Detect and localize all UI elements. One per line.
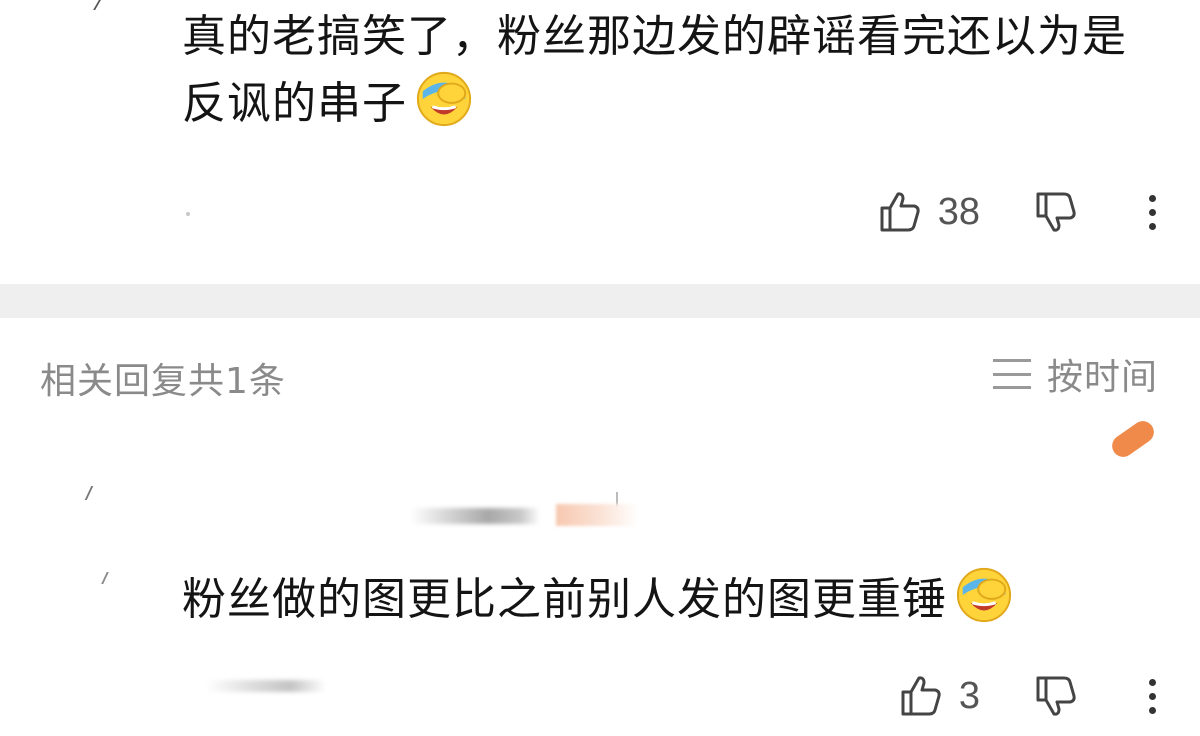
reply-dislike-button[interactable] [1032,672,1080,720]
like-button[interactable]: 38 [876,188,980,236]
sort-label: 按时间 [1046,357,1158,398]
blurred-reply-timestamp [206,680,326,692]
facepalm-laugh-emoji-icon [956,567,1012,623]
reply-comment: 粉丝做的图更比之前别人发的图更重锤 3 [0,416,1200,736]
reply-body: 粉丝做的图更比之前别人发的图更重锤 [182,574,947,625]
blurred-avatar-edge [93,0,109,10]
comment-thread-page: 真的老搞笑了，粉丝那边发的辟谣看完还以为是反讽的串子 38 相关回复共1条 按时… [0,0,1200,736]
more-options-icon[interactable] [1140,188,1164,236]
blurred-avatar-edge [84,486,100,500]
sort-lines-icon [992,359,1031,389]
blurred-avatar-edge-lower [101,572,115,584]
main-comment-actions: 38 [876,182,1200,242]
sort-by-time-button[interactable]: 按时间 [992,348,1158,400]
main-comment-body: 真的老搞笑了，粉丝那边发的辟谣看完还以为是反讽的串子 [182,11,1127,129]
dislike-button[interactable] [1032,188,1080,236]
thumbs-down-icon [1036,192,1076,232]
replies-count-label: 相关回复共1条 [40,361,286,402]
thumbs-up-icon [901,676,941,716]
reply-actions: 3 [897,666,1200,726]
reply-like-count: 3 [958,674,980,717]
blurred-user-badge [556,504,638,526]
reply-text: 粉丝做的图更比之前别人发的图更重锤 [182,566,1142,633]
blurred-username [410,508,540,524]
replies-header: 相关回复共1条 按时间 [0,318,1200,428]
reply-more-options-icon[interactable] [1140,672,1164,720]
thumbs-down-icon [1036,676,1076,716]
blurred-timestamp [186,212,190,216]
main-comment: 真的老搞笑了，粉丝那边发的辟谣看完还以为是反讽的串子 38 [0,0,1200,284]
reply-like-button[interactable]: 3 [897,672,980,720]
main-comment-text: 真的老搞笑了，粉丝那边发的辟谣看完还以为是反讽的串子 [182,4,1142,137]
section-divider [0,284,1200,318]
like-count: 38 [937,190,980,233]
thumbs-up-icon [880,192,920,232]
write-reply-pen-icon[interactable] [1107,416,1159,462]
facepalm-laugh-emoji-icon [416,71,472,127]
